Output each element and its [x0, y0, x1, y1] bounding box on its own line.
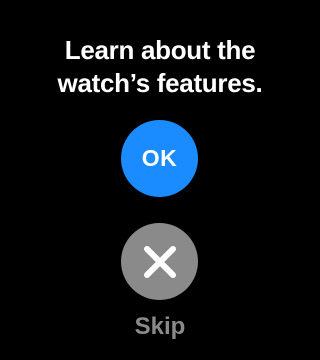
prompt-line-2: watch’s features.	[57, 68, 263, 98]
ok-button[interactable]: OK	[121, 120, 198, 197]
prompt-text: Learn about the watch’s features.	[0, 34, 320, 100]
skip-label[interactable]: Skip	[0, 313, 320, 341]
prompt-line-1: Learn about the	[64, 35, 256, 65]
watch-screen: Learn about the watch’s features. OK Ski…	[0, 0, 320, 360]
ok-button-label: OK	[141, 145, 178, 171]
skip-button[interactable]	[121, 223, 198, 300]
close-icon	[143, 245, 176, 278]
